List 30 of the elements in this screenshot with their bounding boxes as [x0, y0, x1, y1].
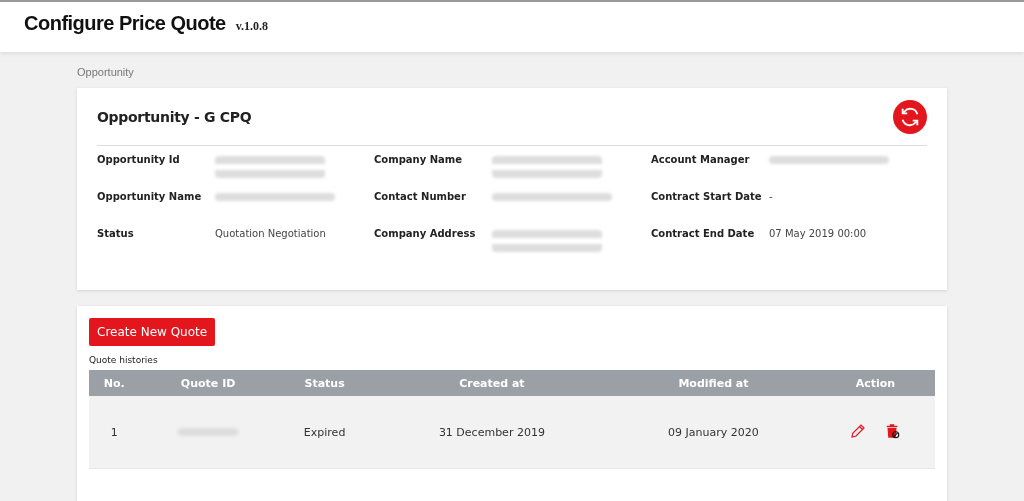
field-value: - — [769, 191, 773, 202]
create-quote-button[interactable]: Create New Quote — [89, 318, 216, 346]
field-label: Contract End Date — [651, 228, 756, 239]
table-cell: 09 January 2020 — [611, 396, 816, 469]
table-caption: Quote histories — [89, 355, 159, 365]
column-header: Status — [276, 370, 373, 396]
field-label: Company Name — [374, 154, 463, 165]
breadcrumb[interactable]: Opportunity — [77, 66, 947, 78]
refresh-button[interactable] — [893, 99, 927, 134]
field-label: Opportunity Name — [97, 191, 203, 202]
field-label: Opportunity Id — [97, 154, 181, 165]
field-label: Contract Start Date — [651, 191, 763, 202]
column-header: Quote ID — [139, 370, 277, 396]
table-cell: Expired — [276, 396, 373, 469]
field-label: Status — [97, 228, 135, 239]
field-label: Account Manager — [651, 154, 751, 165]
field-value: 07 May 2019 00:00 — [769, 228, 867, 239]
refresh-icon — [899, 105, 921, 128]
field-value: Quotation Negotiation — [215, 228, 326, 239]
column-header: No. — [89, 370, 140, 396]
version-label: v.1.0.8 — [235, 19, 269, 34]
column-header: Action — [815, 370, 935, 396]
column-header: Modified at — [611, 370, 816, 396]
table-cell: 1 — [89, 396, 140, 469]
field-label: Contact Number — [374, 191, 467, 202]
column-header: Created at — [372, 370, 612, 396]
table-cell: 31 December 2019 — [372, 396, 612, 469]
field-label: Company Address — [374, 228, 477, 239]
app-title: Configure Price Quote — [24, 12, 226, 35]
card-title: Opportunity - G CPQ — [97, 108, 252, 125]
